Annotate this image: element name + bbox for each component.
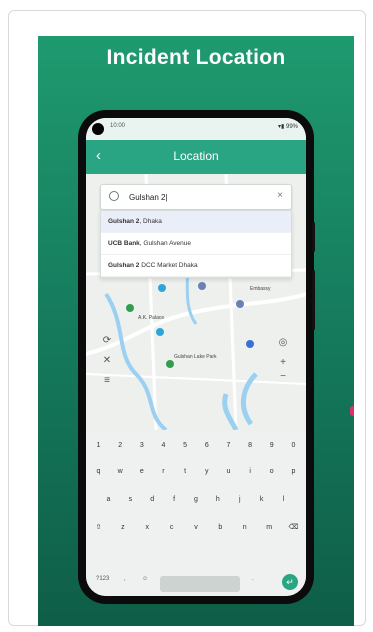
key[interactable]: p [285, 462, 302, 482]
suggestion-item[interactable]: Gulshan 2 DCC Market Dhaka [101, 255, 291, 277]
map-label-palace: A.K. Palace [138, 315, 165, 321]
emoji-key[interactable]: ☺ [142, 576, 148, 582]
key[interactable]: a [100, 490, 117, 510]
map-view[interactable]: A.K. Palace Gulshan Lake Park Embassy ⟳ … [86, 174, 306, 430]
suggestion-list: Gulshan 2, Dhaka UCB Bank, Gulshan Avenu… [100, 210, 292, 278]
map-label-park: Gulshan Lake Park [174, 354, 217, 360]
map-poi-lake[interactable] [158, 284, 166, 292]
phone-screen: 10:00 ▾▮ 99% ‹ Location A.K. Palace Guls… [86, 118, 306, 596]
status-icons: ▾▮ 99% [278, 124, 298, 130]
key[interactable]: y [198, 462, 215, 482]
key[interactable]: f [166, 490, 183, 510]
phone-mockup: 10:00 ▾▮ 99% ‹ Location A.K. Palace Guls… [78, 110, 315, 604]
my-location-icon[interactable]: ◎ [276, 336, 290, 350]
key[interactable]: j [231, 490, 248, 510]
key[interactable]: n [236, 518, 253, 538]
keyboard-row-asdf: a s d f g h j k l [100, 490, 292, 510]
app-bar: ‹ Location [86, 140, 306, 174]
layers-icon[interactable]: ≡ [100, 374, 114, 388]
key[interactable]: 7 [220, 436, 237, 456]
location-search-input[interactable] [127, 189, 271, 205]
suggestion-secondary: , Dhaka [139, 218, 162, 225]
location-search-bar[interactable]: × [100, 184, 292, 210]
suggestion-item[interactable]: Gulshan 2, Dhaka [101, 211, 291, 233]
map-poi-bank[interactable] [246, 340, 254, 348]
key[interactable]: m [261, 518, 278, 538]
key[interactable]: 6 [198, 436, 215, 456]
key[interactable]: u [220, 462, 237, 482]
map-poi-water[interactable] [156, 328, 164, 336]
key[interactable]: w [112, 462, 129, 482]
space-key[interactable] [160, 576, 240, 592]
suggestion-item[interactable]: UCB Bank, Gulshan Avenue [101, 233, 291, 255]
keyboard-row-numbers: 1 2 3 4 5 6 7 8 9 0 [90, 436, 302, 456]
suggestion-secondary: , Gulshan Avenue [139, 240, 191, 247]
promo-title: Incident Location [106, 46, 286, 69]
key[interactable]: r [155, 462, 172, 482]
shift-key[interactable]: ⇧ [90, 518, 107, 538]
key[interactable]: k [253, 490, 270, 510]
zoom-out-icon[interactable]: − [276, 370, 290, 384]
key[interactable]: 2 [112, 436, 129, 456]
location-pin-icon [109, 191, 119, 201]
key[interactable]: 1 [90, 436, 107, 456]
keyboard-row-qwerty: q w e r t y u i o p [90, 462, 302, 482]
key[interactable]: x [139, 518, 156, 538]
key[interactable]: 5 [177, 436, 194, 456]
enter-key[interactable]: ↵ [282, 574, 298, 590]
pink-edge-tab [350, 406, 354, 416]
promo-banner: Incident Location 10:00 ▾▮ 99% ‹ Locatio… [38, 36, 354, 626]
suggestion-secondary: DCC Market Dhaka [139, 262, 198, 269]
backspace-key[interactable]: ⌫ [285, 518, 302, 538]
key[interactable]: 8 [242, 436, 259, 456]
key[interactable]: i [242, 462, 259, 482]
key[interactable]: s [122, 490, 139, 510]
period-key[interactable]: . [252, 576, 254, 582]
map-poi-park[interactable] [126, 304, 134, 312]
key[interactable]: h [209, 490, 226, 510]
key[interactable]: g [188, 490, 205, 510]
key[interactable]: 0 [285, 436, 302, 456]
key[interactable]: b [212, 518, 229, 538]
key[interactable]: l [275, 490, 292, 510]
zoom-in-icon[interactable]: + [276, 356, 290, 370]
key[interactable]: z [114, 518, 131, 538]
key[interactable]: q [90, 462, 107, 482]
app-bar-title: Location [173, 149, 219, 163]
map-poi-building[interactable] [236, 300, 244, 308]
key[interactable]: 4 [155, 436, 172, 456]
volume-button [312, 222, 315, 252]
key[interactable]: c [163, 518, 180, 538]
refresh-icon[interactable]: ⟳ [100, 334, 114, 348]
key[interactable]: 3 [133, 436, 150, 456]
soft-keyboard: 1 2 3 4 5 6 7 8 9 0 q w e r t y u i o p … [86, 430, 306, 596]
suggestion-primary: UCB Bank [108, 240, 140, 247]
key[interactable]: 9 [263, 436, 280, 456]
comma-key[interactable]: , [124, 576, 126, 582]
suggestion-primary: Gulshan 2 [108, 218, 140, 225]
clear-icon[interactable]: × [277, 190, 283, 201]
map-label-embassy: Embassy [250, 286, 271, 292]
status-time: 10:00 [110, 123, 126, 129]
key[interactable]: v [188, 518, 205, 538]
status-bar: 10:00 ▾▮ 99% [86, 118, 306, 140]
key[interactable]: e [133, 462, 150, 482]
suggestion-primary: Gulshan 2 [108, 262, 140, 269]
symbols-key[interactable]: ?123 [96, 576, 109, 582]
close-route-icon[interactable]: ✕ [100, 354, 114, 368]
map-poi-garden[interactable] [166, 360, 174, 368]
keyboard-row-zxcv: ⇧ z x c v b n m ⌫ [90, 518, 302, 538]
front-camera [92, 123, 104, 135]
power-button [312, 270, 315, 330]
key[interactable]: t [177, 462, 194, 482]
key[interactable]: d [144, 490, 161, 510]
key[interactable]: o [263, 462, 280, 482]
map-poi-office[interactable] [198, 282, 206, 290]
